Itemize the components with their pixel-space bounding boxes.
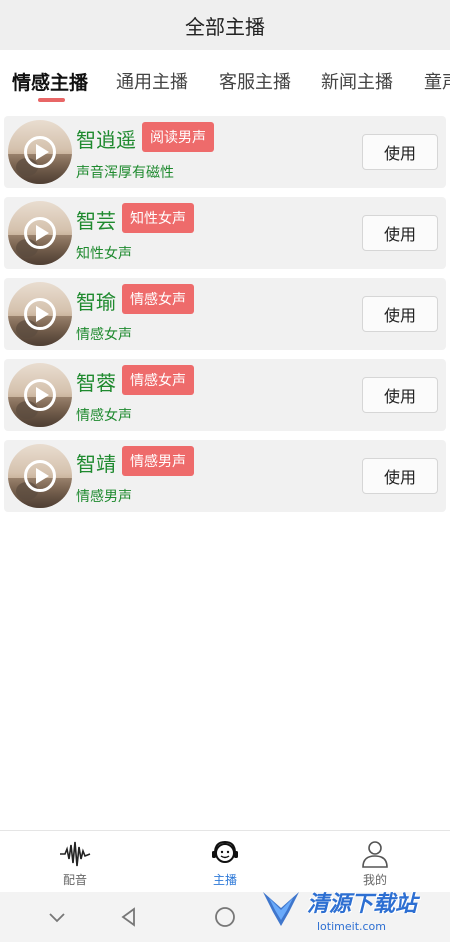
anchor-avatar[interactable] [8,363,72,427]
anchor-tag: 情感男声 [122,446,194,476]
user-icon [362,841,388,868]
tab-child[interactable]: 童声 [424,68,450,94]
anchor-description: 声音浑厚有磁性 [76,165,174,181]
chevron-down-icon[interactable] [44,904,70,930]
nav-dubbing[interactable]: 配音 [25,837,125,891]
anchor-name: 智蓉 [76,371,116,395]
anchor-name: 智逍遥 [76,128,136,152]
anchor-description: 情感男声 [76,489,132,505]
anchor-description: 知性女声 [76,246,132,262]
site-watermark: 清源下载站 lotimeit.com [255,880,450,942]
anchor-card: 智芸 知性女声 知性女声 使用 [4,197,446,269]
anchor-name: 智芸 [76,209,116,233]
anchor-description: 情感女声 [76,408,132,424]
anchor-tag: 情感女声 [122,365,194,395]
tab-customer-service[interactable]: 客服主播 [219,68,291,94]
watermark-url: lotimeit.com [317,920,386,933]
page-title: 全部主播 [185,14,265,39]
anchor-avatar[interactable] [8,444,72,508]
watermark-logo-icon [263,892,299,926]
tab-general[interactable]: 通用主播 [116,68,188,94]
nav-label: 配音 [62,873,87,887]
category-tabs: 情感主播 通用主播 客服主播 新闻主播 童声 [0,50,450,108]
page-header: 全部主播 [0,0,450,50]
anchor-card: 智瑜 情感女声 情感女声 使用 [4,278,446,350]
use-button[interactable]: 使用 [362,215,438,251]
watermark-text: 清源下载站 [307,892,418,917]
back-icon[interactable] [116,904,142,930]
anchor-name: 智瑜 [76,290,116,314]
tab-news[interactable]: 新闻主播 [321,68,393,94]
anchor-avatar[interactable] [8,120,72,184]
anchor-tag: 情感女声 [122,284,194,314]
anchor-tag: 阅读男声 [142,122,214,152]
headset-icon [212,840,238,863]
use-button[interactable]: 使用 [362,134,438,170]
use-button[interactable]: 使用 [362,458,438,494]
anchor-avatar[interactable] [8,282,72,346]
tab-emotion[interactable]: 情感主播 [12,68,88,95]
app-root: 全部主播 情感主播 通用主播 客服主播 新闻主播 童声 智逍遥 阅读男声 声音浑… [0,0,450,942]
anchor-description: 情感女声 [76,327,132,343]
anchor-name: 智靖 [76,452,116,476]
waveform-icon [60,841,91,867]
anchor-card: 智蓉 情感女声 情感女声 使用 [4,359,446,431]
anchor-card: 智靖 情感男声 情感男声 使用 [4,440,446,512]
active-tab-indicator [38,98,65,102]
home-icon[interactable] [212,904,238,930]
use-button[interactable]: 使用 [362,296,438,332]
use-button[interactable]: 使用 [362,377,438,413]
anchor-card: 智逍遥 阅读男声 声音浑厚有磁性 使用 [4,116,446,188]
anchor-avatar[interactable] [8,201,72,265]
anchor-tag: 知性女声 [122,203,194,233]
